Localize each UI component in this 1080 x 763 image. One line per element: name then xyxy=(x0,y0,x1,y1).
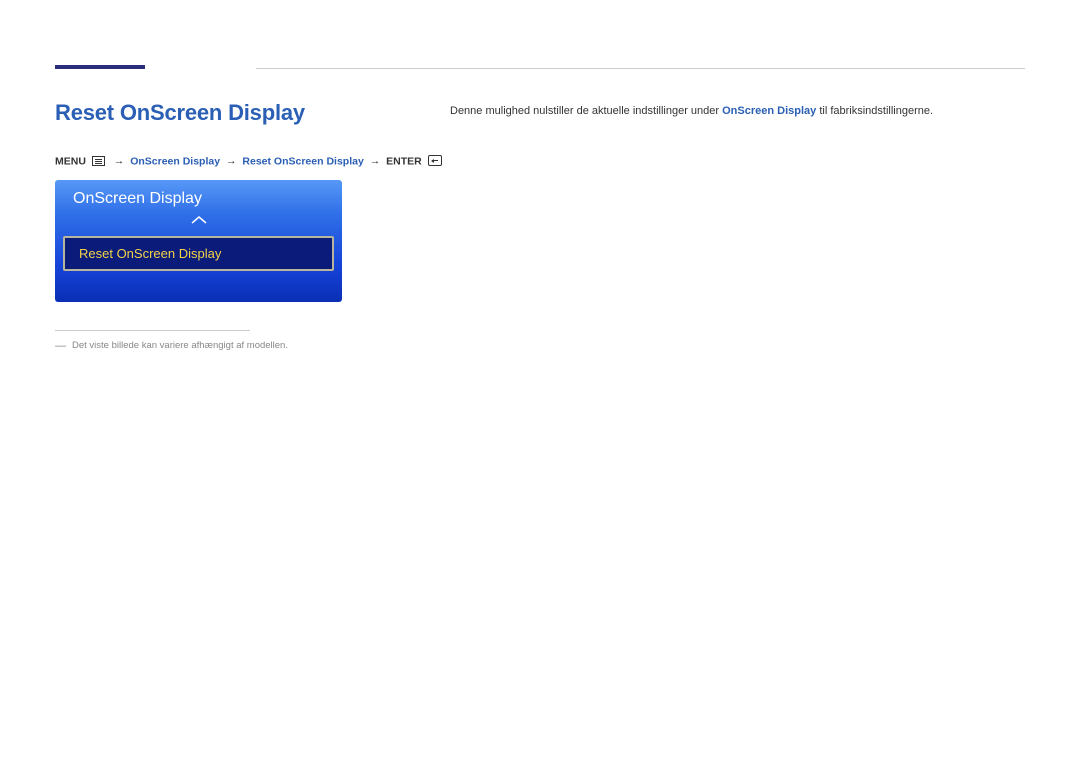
footnote: ―Det viste billede kan variere afhængigt… xyxy=(55,340,288,352)
description-suffix: til fabriksindstillingerne. xyxy=(816,105,933,117)
osd-menu-item-selected[interactable]: Reset OnScreen Display xyxy=(63,236,334,271)
description-highlight: OnScreen Display xyxy=(722,105,816,117)
breadcrumb-step1: OnScreen Display xyxy=(130,155,220,167)
footnote-text: Det viste billede kan variere afhængigt … xyxy=(72,340,288,351)
breadcrumb-arrow: → xyxy=(111,155,128,167)
description: Denne mulighed nulstiller de aktuelle in… xyxy=(450,103,1025,120)
description-prefix: Denne mulighed nulstiller de aktuelle in… xyxy=(450,105,722,117)
accent-bar xyxy=(55,65,145,69)
breadcrumb: MENU → OnScreen Display → Reset OnScreen… xyxy=(55,155,442,168)
breadcrumb-arrow: → xyxy=(367,155,384,167)
footnote-dash: ― xyxy=(55,340,72,352)
osd-panel: OnScreen Display Reset OnScreen Display xyxy=(55,180,342,302)
page-title: Reset OnScreen Display xyxy=(55,100,305,126)
horizontal-rule xyxy=(256,68,1025,69)
breadcrumb-enter-label: ENTER xyxy=(386,155,422,167)
breadcrumb-menu-label: MENU xyxy=(55,155,86,167)
menu-icon xyxy=(92,156,105,166)
breadcrumb-arrow: → xyxy=(223,155,240,167)
chevron-up-icon xyxy=(55,212,342,230)
breadcrumb-step2: Reset OnScreen Display xyxy=(242,155,363,167)
document-page: Reset OnScreen Display MENU → OnScreen D… xyxy=(0,0,1080,763)
enter-icon xyxy=(428,155,442,166)
osd-panel-title: OnScreen Display xyxy=(55,190,342,208)
footnote-rule xyxy=(55,330,250,331)
